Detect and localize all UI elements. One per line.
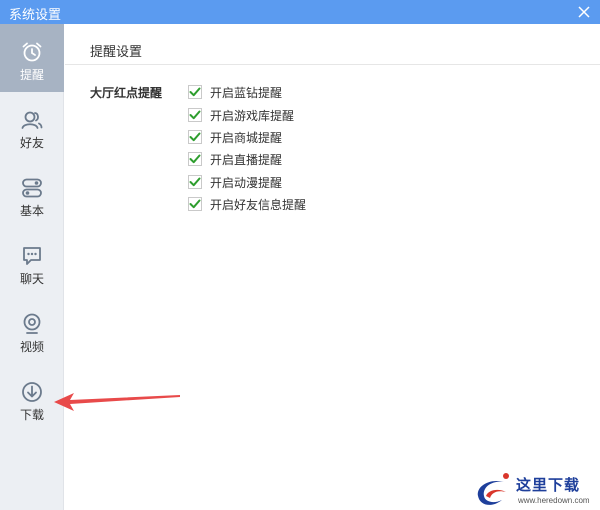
checkmark-icon: [189, 87, 201, 97]
checkbox-label: 开启游戏库提醒: [210, 108, 295, 123]
watermark: 这里下载 www.heredown.com: [472, 468, 600, 510]
sidebar-item-basic[interactable]: 基本: [0, 160, 64, 228]
checkbox[interactable]: [188, 152, 202, 166]
checkbox-label: 开启好友信息提醒: [210, 197, 307, 212]
sidebar-item-label: 基本: [19, 204, 44, 218]
watermark-logo-icon: [477, 473, 509, 505]
checkbox-label: 开启动漫提醒: [210, 175, 283, 190]
watermark-url: www.heredown.com: [518, 496, 590, 505]
watermark-text: 这里下载: [516, 476, 581, 494]
checkbox[interactable]: [188, 85, 202, 99]
window-title: 系统设置: [9, 7, 62, 22]
checkbox-mall-reminder[interactable]: 开启商城提醒: [188, 129, 282, 145]
sidebar-item-label: 下载: [19, 408, 44, 422]
sidebar-item-reminder[interactable]: 提醒: [0, 24, 64, 92]
checkbox[interactable]: [188, 175, 202, 189]
sidebar: 提醒 好友 基本 聊天 视频 下载: [0, 24, 64, 510]
sidebar-item-video[interactable]: 视频: [0, 296, 64, 364]
sidebar-item-label: 好友: [19, 136, 44, 150]
sidebar-item-label: 聊天: [19, 272, 44, 286]
checkbox-game-library-reminder[interactable]: 开启游戏库提醒: [188, 107, 294, 123]
divider: [65, 64, 600, 65]
checkmark-icon: [189, 199, 201, 209]
checkmark-icon: [189, 177, 201, 187]
checkbox[interactable]: [188, 130, 202, 144]
checkmark-icon: [189, 132, 201, 142]
checkbox-anime-reminder[interactable]: 开启动漫提醒: [188, 174, 282, 190]
checkbox[interactable]: [188, 108, 202, 122]
group-label: 大厅红点提醒: [90, 86, 163, 100]
checkbox[interactable]: [188, 197, 202, 211]
alarm-clock-icon: [22, 42, 42, 62]
close-icon: [578, 6, 590, 18]
sidebar-item-label: 提醒: [19, 68, 44, 82]
settings-panel: 提醒设置 大厅红点提醒 开启蓝钻提醒 开启游戏库提醒 开启商城提醒 开启直播提醒…: [65, 24, 600, 510]
toggle-switch-icon: [22, 178, 42, 198]
sidebar-item-chat[interactable]: 聊天: [0, 228, 64, 296]
checkbox-blue-diamond-reminder[interactable]: 开启蓝钻提醒: [188, 84, 282, 100]
download-icon: [22, 382, 42, 402]
sidebar-item-friends[interactable]: 好友: [0, 92, 64, 160]
chat-bubble-icon: [23, 247, 41, 265]
checkmark-icon: [189, 154, 201, 164]
title-bar: 系统设置: [0, 0, 600, 24]
checkbox-live-reminder[interactable]: 开启直播提醒: [188, 151, 282, 167]
annotation-arrow: [54, 393, 180, 411]
friends-icon: [21, 111, 43, 129]
webcam-icon: [23, 313, 41, 334]
checkbox-label: 开启直播提醒: [210, 152, 283, 167]
close-button[interactable]: [574, 2, 594, 22]
section-title: 提醒设置: [90, 44, 143, 59]
sidebar-item-label: 视频: [19, 340, 44, 354]
checkbox-label: 开启商城提醒: [210, 130, 283, 145]
checkbox-label: 开启蓝钻提醒: [210, 85, 283, 100]
checkbox-friend-message-reminder[interactable]: 开启好友信息提醒: [188, 196, 306, 212]
checkmark-icon: [189, 110, 201, 120]
